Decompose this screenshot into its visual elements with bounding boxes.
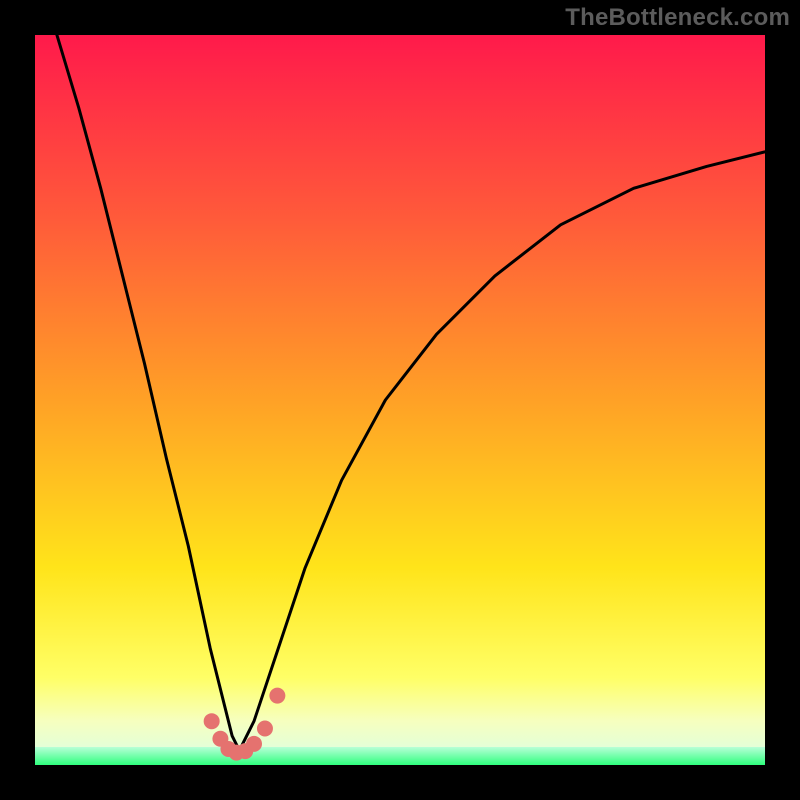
watermark-text: TheBottleneck.com <box>565 4 790 32</box>
valley-dot <box>204 713 220 729</box>
valley-dot <box>246 736 262 752</box>
valley-dot <box>269 688 285 704</box>
valley-dot <box>257 721 273 737</box>
curve-right-arm <box>239 146 785 751</box>
curve-left-arm <box>49 5 240 750</box>
frame: TheBottleneck.com <box>0 0 800 800</box>
chart-svg <box>0 0 800 800</box>
